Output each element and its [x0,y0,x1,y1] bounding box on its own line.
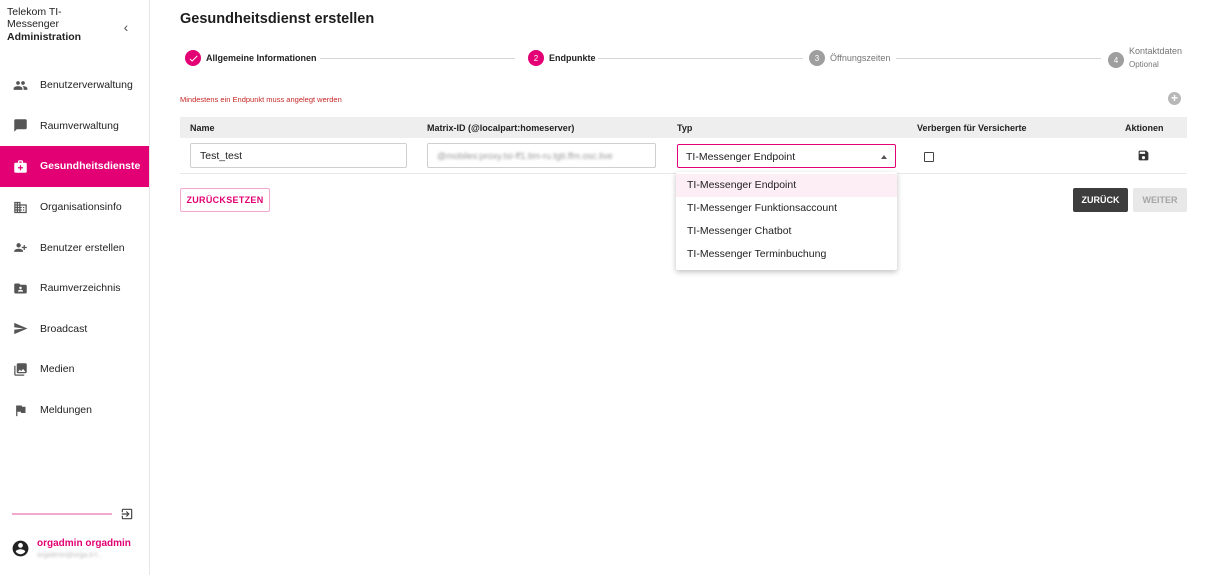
sidebar-item-gesundheitsdienste[interactable]: Gesundheitsdienste [0,146,149,187]
option-ti-messenger-chatbot[interactable]: TI-Messenger Chatbot [676,220,897,243]
sidebar-item-label: Raumverzeichnis [40,282,121,295]
reset-button[interactable]: ZURÜCKSETZEN [180,188,270,212]
brand-admin: Administration [7,31,82,43]
sidebar-item-label: Medien [40,363,75,376]
save-icon[interactable] [1137,149,1150,162]
step-number: 2 [528,50,544,66]
user-name: orgadmin orgadmin [37,538,131,549]
step-label: Allgemeine Informationen [206,53,317,63]
step-sub: Optional [1129,60,1159,69]
sidebar-item-label: Raumverwaltung [40,119,119,132]
step-connector [320,58,515,59]
photo-library-icon [0,362,40,377]
option-ti-messenger-terminbuchung[interactable]: TI-Messenger Terminbuchung [676,243,897,266]
sidebar-item-broadcast[interactable]: Broadcast [0,309,149,350]
matrix-id-input[interactable]: @mobiles:proxy.tsi-ff1.tim-ru.tgti.ffm.o… [427,143,656,168]
sidebar-item-label: Broadcast [40,322,88,335]
account-circle-icon [11,539,30,558]
add-endpoint-plus-icon[interactable]: + [1168,92,1181,105]
table-header: Name Matrix-ID (@localpart:homeserver) T… [180,117,1187,138]
contact-folder-icon [0,281,40,296]
send-icon [0,321,40,336]
step-oeffnungszeiten[interactable]: 3 Öffnungszeiten [809,50,890,66]
chat-icon [0,118,40,133]
sidebar-divider [12,513,112,515]
matrix-id-value: @mobiles:proxy.tsi-ff1.tim-ru.tgti.ffm.o… [437,151,613,161]
sidebar-item-label: Organisationsinfo [40,201,122,214]
add-user-icon [0,240,40,255]
sidebar-item-benutzerverwaltung[interactable]: Benutzerverwaltung [0,65,149,106]
step-endpunkte[interactable]: 2 Endpunkte [528,50,596,66]
col-matrix-id: Matrix-ID (@localpart:homeserver) [427,123,575,133]
sidebar-item-raumverzeichnis[interactable]: Raumverzeichnis [0,268,149,309]
type-select[interactable]: TI-Messenger Endpoint [677,144,896,168]
sidebar-item-raumverwaltung[interactable]: Raumverwaltung [0,106,149,147]
stepper: Allgemeine Informationen 2 Endpunkte 3 Ö… [180,46,1190,76]
step-kontaktdaten[interactable]: 4 Kontaktdaten Optional [1108,46,1182,70]
page-title: Gesundheitsdienst erstellen [180,11,375,27]
type-dropdown-menu: TI-Messenger Endpoint TI-Messenger Funkt… [676,172,897,270]
check-icon [185,50,201,66]
dropdown-arrow-icon [881,155,887,159]
step-label: Öffnungszeiten [830,53,891,63]
option-ti-messenger-funktionsaccount[interactable]: TI-Messenger Funktionsaccount [676,197,897,220]
step-number: 4 [1108,52,1124,68]
brand-line-2: Messenger [7,18,59,30]
app-brand: Telekom TI- Messenger Administration [7,6,117,43]
sidebar-item-label: Meldungen [40,404,92,417]
flag-icon [0,403,40,418]
sidebar-item-label: Gesundheitsdienste [40,160,141,173]
option-ti-messenger-endpoint[interactable]: TI-Messenger Endpoint [676,174,897,197]
step-allgemeine-informationen[interactable]: Allgemeine Informationen [185,50,317,66]
logout-icon[interactable] [120,507,134,521]
step-label: Kontaktdaten Optional [1129,46,1182,70]
collapse-sidebar-chevron-left-icon[interactable]: ‹ [120,20,132,34]
sidebar: Telekom TI- Messenger Administration ‹ B… [0,0,150,575]
step-title: Kontaktdaten [1129,46,1183,56]
back-button[interactable]: ZURÜCK [1073,188,1128,212]
next-button[interactable]: WEITER [1133,188,1187,212]
step-number: 3 [809,50,825,66]
sidebar-item-meldungen[interactable]: Meldungen [0,390,149,431]
step-connector [896,58,1101,59]
name-value: Test_test [200,150,243,162]
col-actions: Aktionen [1125,123,1164,133]
sidebar-item-benutzer-erstellen[interactable]: Benutzer erstellen [0,227,149,268]
col-name: Name [190,123,215,133]
name-input[interactable]: Test_test [190,143,407,168]
medical-bag-icon [0,159,40,174]
step-connector [598,58,803,59]
step-label: Endpunkte [549,53,596,63]
sidebar-item-label: Benutzer erstellen [40,241,125,254]
hide-for-insured-checkbox[interactable] [924,152,934,162]
endpoint-hint: Mindestens ein Endpunkt muss angelegt we… [180,95,342,104]
people-icon [0,78,40,93]
sidebar-item-label: Benutzerverwaltung [40,79,133,92]
business-icon [0,200,40,215]
brand-line-1: Telekom TI- [7,6,62,18]
col-hide: Verbergen für Versicherte [917,123,1027,133]
sidebar-item-organisationsinfo[interactable]: Organisationsinfo [0,187,149,228]
type-select-value: TI-Messenger Endpoint [686,151,796,163]
col-type: Typ [677,123,693,133]
user-id: orgadmin@orga.ti-f... [37,552,103,559]
sidebar-item-medien[interactable]: Medien [0,349,149,390]
sidebar-nav: Benutzerverwaltung Raumverwaltung Gesund… [0,65,149,430]
